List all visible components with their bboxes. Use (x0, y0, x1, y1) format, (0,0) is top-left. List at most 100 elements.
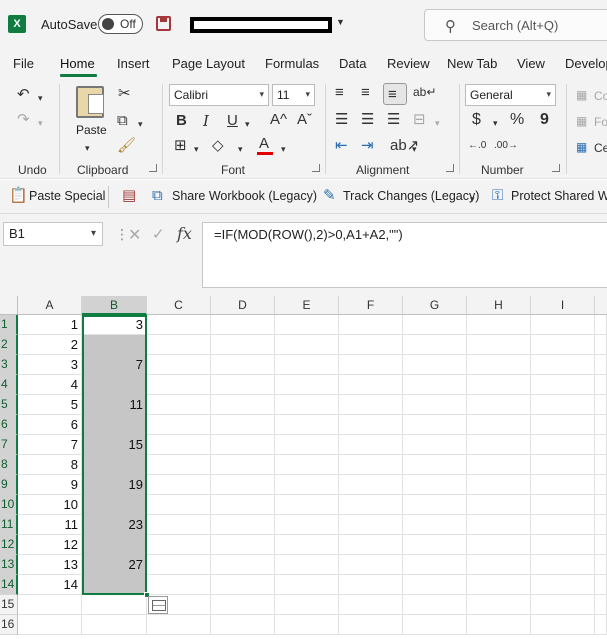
cut-icon[interactable]: ✂ (118, 86, 131, 102)
cell-styles-label[interactable]: Ce (594, 140, 607, 156)
grid-cell[interactable] (211, 435, 275, 455)
grid-cell[interactable] (147, 495, 211, 515)
alignment-launcher-icon[interactable] (446, 164, 454, 172)
grid-cell[interactable] (531, 355, 595, 375)
grid-cell[interactable] (531, 335, 595, 355)
share-workbook-icon[interactable]: ⧉ (152, 188, 163, 204)
grid-cell[interactable] (467, 475, 531, 495)
column-header-j[interactable] (595, 296, 607, 315)
grid-cell[interactable] (82, 415, 147, 435)
undo-icon[interactable]: ↶ (17, 87, 30, 103)
currency-button[interactable]: $ (472, 112, 481, 128)
grid-cell[interactable] (467, 535, 531, 555)
grid-cell[interactable] (275, 355, 339, 375)
table-icon[interactable]: ▤ (122, 188, 136, 204)
grid-cell[interactable] (339, 335, 403, 355)
grid-cell[interactable]: 6 (18, 415, 82, 435)
grid-cell[interactable] (531, 315, 595, 335)
worksheet-grid[interactable]: A B C D E F G H I 1 1 3 2 2 3 3 7 4 4 5 5 11 6 6 7 7 15 8 8… (0, 296, 607, 639)
grid-cell[interactable]: 13 (18, 555, 82, 575)
tab-data[interactable]: Data (339, 56, 366, 71)
align-right-icon[interactable]: ☰ (387, 112, 400, 128)
clipboard-launcher-icon[interactable] (149, 164, 157, 172)
grid-cell[interactable]: 19 (82, 475, 147, 495)
grid-cell[interactable] (467, 555, 531, 575)
format-as-table-label[interactable]: Fo (594, 114, 607, 130)
format-painter-icon[interactable]: 🖌 (117, 138, 136, 154)
row-header[interactable]: 9 (0, 475, 18, 495)
grid-cell[interactable] (467, 455, 531, 475)
tab-file[interactable]: File (13, 56, 34, 71)
grid-cell[interactable] (211, 315, 275, 335)
chevron-down-icon[interactable]: ▼ (336, 17, 345, 27)
insert-function-icon[interactable]: fx (177, 224, 192, 243)
grid-cell[interactable] (403, 335, 467, 355)
font-color-dropdown-icon[interactable]: ▾ (281, 141, 286, 157)
grid-cell[interactable] (275, 515, 339, 535)
grid-cell[interactable]: 12 (18, 535, 82, 555)
grid-cell[interactable] (82, 495, 147, 515)
grid-cell[interactable] (403, 415, 467, 435)
grid-cell[interactable]: 15 (82, 435, 147, 455)
redo-dropdown-icon[interactable]: ▾ (38, 115, 43, 131)
grid-cell[interactable] (531, 615, 595, 635)
row-header[interactable]: 1 (0, 315, 18, 335)
grid-cell[interactable] (467, 615, 531, 635)
grid-cell[interactable] (82, 455, 147, 475)
grid-cell[interactable] (211, 375, 275, 395)
wrap-text-icon[interactable]: ab↵ (413, 84, 436, 100)
grid-cell[interactable] (147, 415, 211, 435)
grid-cell[interactable] (595, 415, 607, 435)
quick-analysis-icon[interactable] (148, 596, 168, 614)
grid-cell[interactable] (147, 535, 211, 555)
grid-cell[interactable] (211, 455, 275, 475)
grid-cell[interactable] (595, 575, 607, 595)
grid-cell[interactable] (147, 435, 211, 455)
orientation-dropdown-icon[interactable]: ▾ (412, 141, 417, 157)
grid-cell[interactable] (531, 515, 595, 535)
font-name-dropdown[interactable]: Calibri ▾ (169, 84, 269, 106)
paste-special-icon[interactable]: 📋 (9, 188, 28, 204)
grid-cell[interactable] (595, 335, 607, 355)
grid-cell[interactable]: 14 (18, 575, 82, 595)
column-header-e[interactable]: E (275, 296, 339, 315)
grid-cell[interactable] (403, 615, 467, 635)
grid-cell[interactable] (275, 335, 339, 355)
align-left-icon[interactable]: ☰ (335, 112, 348, 128)
grid-cell[interactable]: 4 (18, 375, 82, 395)
track-changes-button[interactable]: Track Changes (Legacy) (343, 189, 479, 203)
merge-center-icon[interactable]: ⊟ (413, 112, 426, 128)
number-format-dropdown[interactable]: General ▾ (465, 84, 556, 106)
grid-cell[interactable] (18, 595, 82, 615)
grid-cell[interactable] (531, 455, 595, 475)
grid-cell[interactable] (531, 575, 595, 595)
grid-cell[interactable] (147, 355, 211, 375)
cancel-icon[interactable]: ✕ (128, 225, 141, 245)
share-workbook-button[interactable]: Share Workbook (Legacy) (172, 189, 317, 203)
grid-cell[interactable] (275, 615, 339, 635)
grid-cell[interactable] (211, 535, 275, 555)
grid-cell[interactable]: 7 (18, 435, 82, 455)
increase-indent-icon[interactable]: ⇥ (361, 138, 374, 154)
grid-cell[interactable]: 11 (82, 395, 147, 415)
paste-special-button[interactable]: Paste Special (29, 189, 105, 203)
grid-cell[interactable]: 5 (18, 395, 82, 415)
grid-cell[interactable] (531, 375, 595, 395)
grid-cell[interactable] (339, 415, 403, 435)
grid-cell[interactable] (339, 555, 403, 575)
bold-button[interactable]: B (176, 113, 187, 129)
row-header[interactable]: 6 (0, 415, 18, 435)
grid-cell[interactable] (403, 555, 467, 575)
grid-cell[interactable] (403, 575, 467, 595)
search-box[interactable]: ⚲ Search (Alt+Q) (424, 9, 607, 41)
shrink-font-button[interactable]: Aˇ (297, 112, 312, 128)
grid-cell[interactable]: 3 (18, 355, 82, 375)
grid-cell[interactable] (147, 395, 211, 415)
grid-cell[interactable] (82, 335, 147, 355)
enter-icon[interactable]: ✓ (152, 225, 165, 243)
grid-cell[interactable] (339, 515, 403, 535)
copy-dropdown-icon[interactable]: ▾ (138, 116, 143, 132)
row-header[interactable]: 8 (0, 455, 18, 475)
grid-cell[interactable]: 11 (18, 515, 82, 535)
row-header[interactable]: 13 (0, 555, 18, 575)
